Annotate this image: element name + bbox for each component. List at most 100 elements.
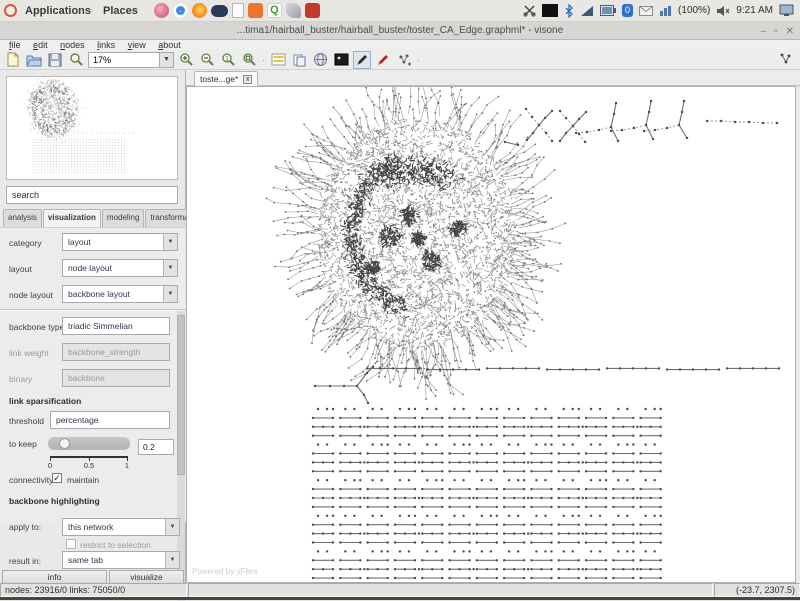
zoom-level-input[interactable] bbox=[88, 52, 160, 68]
window-controls: – ▫ ✕ bbox=[761, 22, 795, 40]
visualization-panel: category layout ▼ layout node layout ▼ n… bbox=[0, 227, 186, 522]
to-keep-slider[interactable] bbox=[48, 437, 130, 450]
yfiles-watermark: Powered by yFiles bbox=[192, 567, 257, 576]
keyboard-indicator-icon[interactable]: 0 bbox=[622, 4, 633, 17]
menu-file[interactable]: file bbox=[4, 40, 26, 50]
status-spacer bbox=[188, 583, 713, 597]
apply-to-select[interactable]: this network ▼ bbox=[62, 518, 180, 536]
save-button[interactable] bbox=[46, 51, 64, 69]
search-input[interactable] bbox=[6, 186, 178, 204]
maintain-label: maintain bbox=[67, 475, 99, 485]
feather-app-icon[interactable] bbox=[286, 3, 301, 18]
messaging-icon[interactable] bbox=[639, 6, 653, 16]
chevron-down-icon[interactable]: ▼ bbox=[163, 260, 177, 276]
tab-modeling[interactable]: modeling bbox=[102, 209, 144, 227]
minimize-button[interactable]: – bbox=[761, 26, 767, 37]
toolbar-separator: · bbox=[261, 55, 266, 65]
statusbar: nodes: 23916/0 links: 75050/0 (-23.7, 23… bbox=[0, 583, 800, 597]
browser-chrome-icon[interactable] bbox=[173, 3, 188, 18]
vertical-scrollbar-thumb[interactable] bbox=[177, 315, 185, 475]
info-button[interactable]: info bbox=[2, 570, 107, 584]
graph-canvas[interactable]: Powered by yFiles bbox=[186, 86, 796, 583]
binary-label: binary bbox=[9, 374, 32, 384]
copy-view-button[interactable] bbox=[290, 51, 308, 69]
orange-app-icon[interactable] bbox=[248, 3, 263, 18]
maximize-button[interactable]: ▫ bbox=[774, 26, 778, 37]
node-layout-select[interactable]: backbone layout ▼ bbox=[62, 285, 178, 303]
layout-select[interactable]: node layout ▼ bbox=[62, 259, 178, 277]
maintain-checkbox[interactable]: ✓ bbox=[52, 473, 62, 483]
document-tab[interactable]: toste...ge* x bbox=[194, 71, 258, 86]
qgis-icon[interactable]: Q bbox=[267, 3, 282, 18]
menu-about[interactable]: about bbox=[153, 40, 186, 50]
to-keep-value-text: 0.2 bbox=[143, 442, 155, 452]
link-weight-value: backbone_strength bbox=[68, 347, 140, 357]
info-button-label: info bbox=[48, 572, 62, 582]
visualize-button[interactable]: visualize bbox=[109, 570, 184, 584]
bluetooth-icon[interactable] bbox=[564, 4, 574, 18]
document-tabbar: toste...ge* x bbox=[186, 70, 800, 86]
volume-muted-icon[interactable] bbox=[716, 5, 730, 17]
add-node-tool[interactable] bbox=[395, 51, 413, 69]
zoom-dropdown-button[interactable]: ▼ bbox=[160, 52, 174, 68]
pen-red-tool[interactable] bbox=[374, 51, 392, 69]
clock-label[interactable]: 9:21 AM bbox=[736, 5, 773, 16]
chevron-down-icon[interactable]: ▼ bbox=[165, 552, 179, 568]
magnifier-icon[interactable] bbox=[67, 51, 85, 69]
web-export-button[interactable] bbox=[311, 51, 329, 69]
to-keep-label: to keep bbox=[9, 439, 37, 449]
dark-app-icon[interactable] bbox=[211, 5, 228, 17]
distro-menu-icon[interactable] bbox=[4, 4, 17, 17]
open-file-button[interactable] bbox=[25, 51, 43, 69]
zoom-fit-button[interactable] bbox=[240, 51, 258, 69]
properties-button[interactable] bbox=[269, 51, 287, 69]
menu-nodes[interactable]: nodes bbox=[55, 40, 90, 50]
backbone-type-select[interactable]: triadic Simmelian bbox=[62, 317, 170, 335]
overview-graph-thumbnail bbox=[7, 77, 177, 179]
tab-analysis[interactable]: analysis bbox=[3, 209, 42, 227]
network-signal-icon[interactable] bbox=[580, 5, 594, 17]
panel-divider bbox=[0, 309, 186, 311]
battery-icon[interactable] bbox=[600, 5, 616, 16]
zoom-actual-button[interactable]: 1 bbox=[219, 51, 237, 69]
new-file-button[interactable] bbox=[4, 51, 22, 69]
chevron-down-icon[interactable]: ▼ bbox=[163, 286, 177, 302]
power-stats-icon[interactable] bbox=[659, 5, 672, 16]
slider-knob[interactable] bbox=[59, 438, 70, 449]
battery-percent-label[interactable]: (100%) bbox=[678, 5, 710, 16]
to-keep-value-input[interactable]: 0.2 bbox=[138, 439, 174, 455]
places-menu[interactable]: Places bbox=[97, 5, 144, 17]
restrict-checkbox[interactable] bbox=[66, 539, 76, 549]
red-app-icon[interactable] bbox=[305, 3, 320, 18]
backbone-type-label: backbone type bbox=[9, 322, 64, 332]
app-launcher-1-icon[interactable] bbox=[154, 3, 169, 18]
network-view-icon[interactable] bbox=[776, 50, 794, 68]
threshold-select[interactable]: percentage bbox=[50, 411, 170, 429]
text-editor-icon[interactable] bbox=[232, 3, 244, 18]
tab-visualization[interactable]: visualization bbox=[43, 209, 101, 227]
tick-05: 0.5 bbox=[84, 461, 94, 470]
screenshot-scissors-icon[interactable] bbox=[523, 4, 536, 17]
restrict-label: restrict to selection bbox=[80, 540, 151, 550]
category-select[interactable]: layout ▼ bbox=[62, 233, 178, 251]
pen-black-tool[interactable] bbox=[353, 51, 371, 69]
display-tray-icon[interactable] bbox=[779, 4, 794, 17]
chevron-down-icon[interactable]: ▼ bbox=[165, 519, 179, 535]
browser-firefox-icon[interactable] bbox=[192, 3, 207, 18]
image-export-button[interactable] bbox=[332, 51, 350, 69]
zoom-out-button[interactable] bbox=[198, 51, 216, 69]
tab-close-icon[interactable]: x bbox=[243, 75, 252, 84]
result-in-select[interactable]: same tab ▼ bbox=[62, 551, 180, 569]
tick-1: 1 bbox=[125, 461, 129, 470]
terminal-tray-icon[interactable] bbox=[542, 4, 558, 17]
menu-edit[interactable]: edit bbox=[28, 40, 53, 50]
window-titlebar[interactable]: ...tima1/hairball_buster/hairball_buster… bbox=[0, 22, 800, 40]
chevron-down-icon[interactable]: ▼ bbox=[163, 234, 177, 250]
menu-links[interactable]: links bbox=[92, 40, 120, 50]
apply-to-label: apply to: bbox=[9, 522, 41, 532]
applications-menu[interactable]: Applications bbox=[19, 5, 97, 17]
overview-thumbnail[interactable] bbox=[6, 76, 178, 180]
close-button[interactable]: ✕ bbox=[786, 26, 794, 37]
zoom-in-button[interactable] bbox=[177, 51, 195, 69]
menu-view[interactable]: view bbox=[123, 40, 151, 50]
